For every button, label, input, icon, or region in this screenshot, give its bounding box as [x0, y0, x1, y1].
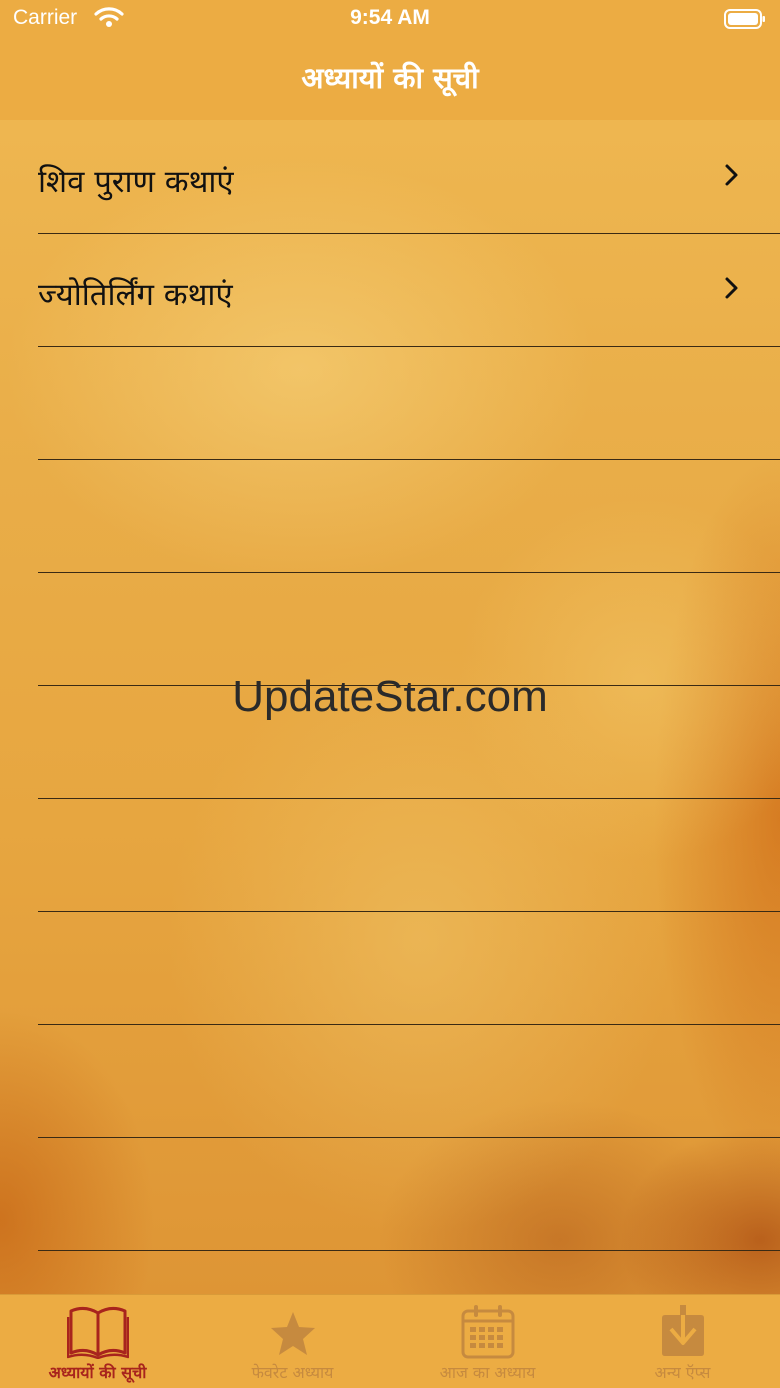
row-divider [38, 798, 780, 799]
list-item-label: ज्योतिर्लिंग कथाएं [38, 277, 233, 313]
list-item-jyotirling[interactable]: ज्योतिर्लिंग कथाएं [0, 233, 780, 346]
status-bar: Carrier 9:54 AM [0, 0, 780, 40]
chapter-list: शिव पुराण कथाएं ज्योतिर्लिंग कथाएं Updat… [0, 120, 780, 1294]
tab-label: अन्य ऍप्स [654, 1363, 711, 1382]
chevron-right-icon [725, 164, 738, 186]
chevron-right-icon [725, 277, 738, 299]
row-divider [38, 911, 780, 912]
clock: 9:54 AM [350, 6, 430, 29]
row-divider [38, 1024, 780, 1025]
row-divider [38, 1137, 780, 1138]
battery-icon [724, 9, 765, 29]
watermark-text: UpdateStar.com [232, 672, 548, 721]
tab-chapter-list[interactable]: अध्यायों की सूची [0, 1295, 195, 1388]
book-icon [66, 1306, 129, 1360]
star-icon [270, 1312, 315, 1355]
row-divider [38, 346, 780, 347]
row-divider [38, 1250, 780, 1251]
navigation-bar: अध्यायों की सूची [0, 40, 780, 120]
list-item-label: शिव पुराण कथाएं [38, 164, 234, 200]
row-divider [38, 572, 780, 573]
list-item-shiv-puran[interactable]: शिव पुराण कथाएं [0, 120, 780, 233]
tab-other-apps[interactable]: अन्य ऍप्स [585, 1295, 780, 1388]
tab-bar: अध्यायों की सूची फेवरेट अध्याय आज का अध्… [0, 1294, 780, 1388]
calendar-icon [461, 1305, 514, 1359]
tab-favorite-chapters[interactable]: फेवरेट अध्याय [195, 1295, 390, 1388]
page-title: अध्यायों की सूची [301, 61, 479, 95]
row-divider [38, 459, 780, 460]
tab-label: आज का अध्याय [439, 1363, 536, 1382]
tab-todays-chapter[interactable]: आज का अध्याय [390, 1295, 585, 1388]
download-icon [661, 1305, 704, 1356]
tab-label: अध्यायों की सूची [48, 1363, 147, 1382]
tab-label: फेवरेट अध्याय [251, 1363, 334, 1382]
